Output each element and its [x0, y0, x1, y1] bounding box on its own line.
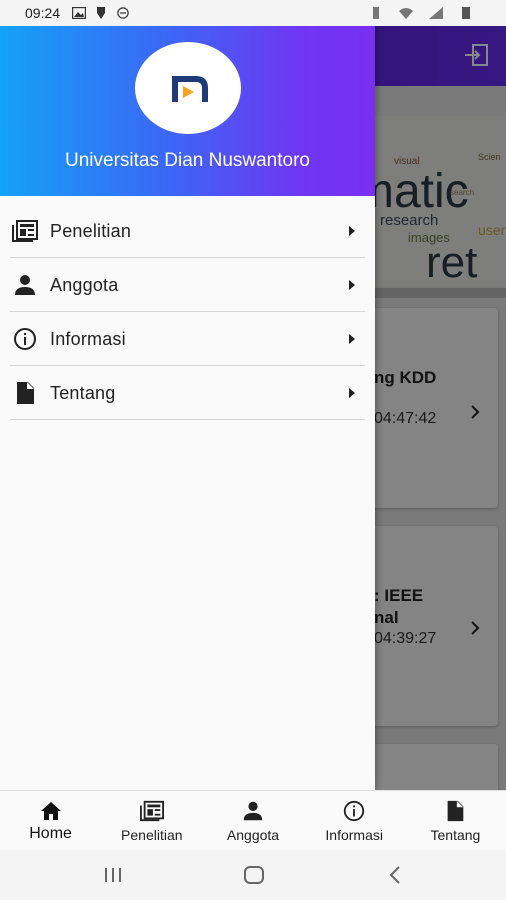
nav-label: Home: [29, 825, 72, 842]
nav-tentang[interactable]: Tentang: [405, 791, 506, 850]
document-icon: [17, 382, 34, 404]
newspaper-icon: [12, 220, 38, 242]
status-bar: 09:24: [0, 0, 506, 26]
udinus-logo-icon: [172, 76, 208, 102]
nav-label: Tentang: [430, 827, 481, 843]
arrow-right-icon: [349, 388, 355, 398]
battery-icon: [462, 7, 470, 19]
newspaper-icon: [139, 800, 164, 822]
udinus-logo: [135, 42, 241, 134]
document-icon: [448, 800, 464, 822]
drawer-item-label: Penelitian: [50, 220, 132, 241]
arrow-right-icon: [349, 226, 355, 236]
nav-label: Anggota: [226, 827, 280, 843]
system-navigation-bar: [0, 850, 506, 900]
home-button[interactable]: [242, 863, 266, 887]
recents-button[interactable]: [101, 863, 125, 887]
nav-label: Penelitian: [121, 827, 183, 843]
info-icon: [344, 800, 365, 822]
person-icon: [15, 275, 35, 295]
drawer-item-anggota[interactable]: Anggota: [0, 258, 375, 312]
arrow-right-icon: [349, 280, 355, 290]
navigation-drawer: Universitas Dian Nuswantoro Penelitian A…: [0, 26, 375, 790]
status-time: 09:24: [25, 5, 61, 21]
vibrate-icon: [373, 7, 379, 19]
drawer-menu: Penelitian Anggota Informasi Tentang: [0, 204, 375, 420]
drawer-item-label: Informasi: [50, 328, 126, 349]
drawer-item-label: Tentang: [50, 382, 116, 403]
drawer-header-title: Universitas Dian Nuswantoro: [65, 150, 310, 171]
nav-home[interactable]: Home: [0, 791, 101, 850]
minus-circle-icon: [117, 7, 129, 19]
home-icon: [40, 802, 61, 820]
signal-icon: [429, 7, 443, 19]
back-button[interactable]: [384, 863, 408, 887]
drawer-header: Universitas Dian Nuswantoro: [0, 26, 375, 196]
nav-penelitian[interactable]: Penelitian: [101, 791, 202, 850]
drawer-item-penelitian[interactable]: Penelitian: [0, 204, 375, 258]
bottom-navigation: Home Penelitian Anggota Informasi Tentan…: [0, 790, 506, 850]
nav-label: Informasi: [325, 827, 383, 843]
drawer-item-informasi[interactable]: Informasi: [0, 312, 375, 366]
info-icon: [14, 328, 36, 350]
wifi-icon: [399, 8, 413, 19]
nav-informasi[interactable]: Informasi: [304, 791, 405, 850]
image-icon: [72, 7, 87, 19]
drawer-item-tentang[interactable]: Tentang: [0, 366, 375, 420]
arrow-right-icon: [349, 334, 355, 344]
notification-icon: [97, 7, 106, 19]
drawer-item-label: Anggota: [50, 274, 119, 295]
nav-anggota[interactable]: Anggota: [202, 791, 303, 850]
person-icon: [243, 801, 263, 821]
